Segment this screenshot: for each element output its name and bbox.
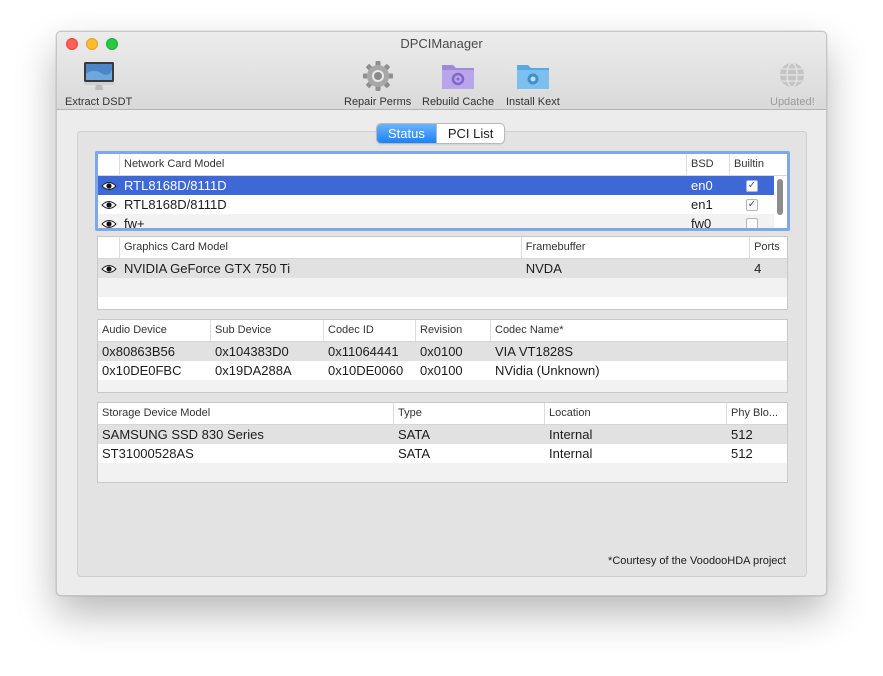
col-graphics-card-model[interactable]: Graphics Card Model bbox=[120, 237, 522, 258]
table-row[interactable]: RTL8168D/8111D en1 ✓ bbox=[98, 195, 774, 214]
builtin-checkbox[interactable]: ✓ bbox=[746, 198, 758, 211]
table-header: Graphics Card Model Framebuffer Ports bbox=[98, 237, 787, 259]
col-ports[interactable]: Ports bbox=[750, 237, 787, 258]
table-row[interactable]: SAMSUNG SSD 830 Series SATA Internal 512 bbox=[98, 425, 787, 444]
col-builtin[interactable]: Builtin bbox=[730, 154, 775, 175]
table-row[interactable]: ST31000528AS SATA Internal 512 bbox=[98, 444, 787, 463]
title-bar: DPCIManager Extract DSDT Repair Perms Re… bbox=[57, 32, 826, 110]
col-network-card-model[interactable]: Network Card Model bbox=[120, 154, 687, 175]
storage-model-cell: SAMSUNG SSD 830 Series bbox=[102, 427, 264, 442]
col-location[interactable]: Location bbox=[545, 403, 727, 424]
type-cell: SATA bbox=[398, 427, 431, 442]
bsd-cell: en0 bbox=[691, 178, 713, 193]
install-kext-label: Install Kext bbox=[506, 96, 560, 108]
col-storage-device-model[interactable]: Storage Device Model bbox=[98, 403, 394, 424]
network-model-cell: RTL8168D/8111D bbox=[124, 178, 227, 193]
eye-icon[interactable] bbox=[98, 219, 120, 229]
updated-button[interactable]: Updated! bbox=[770, 60, 815, 108]
imac-icon bbox=[83, 62, 114, 90]
network-table[interactable]: Network Card Model BSD Builtin RTL8168D/… bbox=[95, 151, 790, 231]
ports-cell: 4 bbox=[754, 261, 762, 276]
framebuffer-cell: NVDA bbox=[525, 261, 562, 276]
tab-status[interactable]: Status bbox=[377, 124, 436, 143]
revision-cell: 0x0100 bbox=[420, 344, 463, 359]
network-scrollbar[interactable] bbox=[775, 176, 785, 226]
col-framebuffer[interactable]: Framebuffer bbox=[522, 237, 751, 258]
empty-row bbox=[98, 278, 787, 297]
phy-block-cell: 512 bbox=[731, 446, 753, 461]
sub-device-cell: 0x104383D0 bbox=[215, 344, 289, 359]
col-bsd[interactable]: BSD bbox=[687, 154, 730, 175]
graphics-model-cell: NVIDIA GeForce GTX 750 Ti bbox=[123, 261, 291, 276]
globe-icon bbox=[780, 62, 805, 88]
phy-block-cell: 512 bbox=[731, 427, 753, 442]
tab-pci-list[interactable]: PCI List bbox=[435, 124, 505, 143]
scroll-thumb[interactable] bbox=[777, 179, 783, 215]
view-tabs: Status PCI List bbox=[376, 123, 506, 144]
window-title: DPCIManager bbox=[400, 36, 483, 51]
rebuild-cache-button[interactable]: Rebuild Cache bbox=[422, 60, 494, 108]
folder-gear-icon bbox=[442, 65, 475, 89]
sub-device-cell: 0x19DA288A bbox=[215, 363, 292, 378]
type-cell: SATA bbox=[398, 446, 431, 461]
table-row[interactable]: fw+ fw0 bbox=[98, 214, 774, 231]
col-codec-name[interactable]: Codec Name* bbox=[491, 320, 787, 341]
empty-row bbox=[98, 463, 787, 482]
eye-icon[interactable] bbox=[98, 181, 120, 191]
eye-icon[interactable] bbox=[98, 264, 120, 274]
table-header: Audio Device Sub Device Codec ID Revisio… bbox=[98, 320, 787, 342]
gear-icon bbox=[362, 61, 393, 91]
eye-icon[interactable] bbox=[98, 200, 120, 210]
col-type[interactable]: Type bbox=[394, 403, 545, 424]
repair-perms-label: Repair Perms bbox=[344, 96, 412, 108]
col-codec-id[interactable]: Codec ID bbox=[324, 320, 416, 341]
col-revision[interactable]: Revision bbox=[416, 320, 491, 341]
empty-row bbox=[98, 380, 787, 392]
updated-label: Updated! bbox=[770, 96, 815, 108]
table-header: Network Card Model BSD Builtin bbox=[98, 154, 787, 176]
network-model-cell: RTL8168D/8111D bbox=[124, 197, 227, 212]
bsd-cell: en1 bbox=[691, 197, 713, 212]
revision-cell: 0x0100 bbox=[420, 363, 463, 378]
repair-perms-button[interactable]: Repair Perms bbox=[344, 60, 411, 108]
storage-model-cell: ST31000528AS bbox=[102, 446, 194, 461]
footnote: *Courtesy of the VoodooHDA project bbox=[608, 555, 786, 567]
codec-name-cell: NVidia (Unknown) bbox=[495, 363, 600, 378]
storage-table[interactable]: Storage Device Model Type Location Phy B… bbox=[97, 402, 788, 483]
folder-kext-icon bbox=[516, 65, 549, 89]
table-row[interactable]: 0x80863B56 0x104383D0 0x11064441 0x0100 … bbox=[98, 342, 787, 361]
graphics-table[interactable]: Graphics Card Model Framebuffer Ports NV… bbox=[97, 236, 788, 310]
table-header: Storage Device Model Type Location Phy B… bbox=[98, 403, 787, 425]
location-cell: Internal bbox=[549, 446, 593, 461]
table-row[interactable]: 0x10DE0FBC 0x19DA288A 0x10DE0060 0x0100 … bbox=[98, 361, 787, 380]
extract-dsdt-button[interactable]: Extract DSDT bbox=[65, 60, 132, 108]
codec-id-cell: 0x10DE0060 bbox=[328, 363, 404, 378]
network-model-cell: fw+ bbox=[124, 216, 145, 231]
audio-device-cell: 0x10DE0FBC bbox=[102, 363, 182, 378]
builtin-checkbox[interactable]: ✓ bbox=[746, 179, 758, 192]
install-kext-button[interactable]: Install Kext bbox=[506, 60, 560, 108]
col-sub-device[interactable]: Sub Device bbox=[211, 320, 324, 341]
audio-device-cell: 0x80863B56 bbox=[102, 344, 176, 359]
extract-dsdt-label: Extract DSDT bbox=[65, 96, 133, 108]
app-window: DPCIManager Extract DSDT Repair Perms Re… bbox=[56, 31, 827, 596]
rebuild-cache-label: Rebuild Cache bbox=[422, 96, 495, 108]
audio-table[interactable]: Audio Device Sub Device Codec ID Revisio… bbox=[97, 319, 788, 393]
table-row[interactable]: NVIDIA GeForce GTX 750 Ti NVDA 4 bbox=[98, 259, 787, 278]
col-audio-device[interactable]: Audio Device bbox=[98, 320, 211, 341]
builtin-checkbox[interactable] bbox=[746, 217, 758, 228]
bsd-cell: fw0 bbox=[691, 216, 712, 231]
col-phy-block[interactable]: Phy Blo... bbox=[727, 403, 787, 424]
table-row[interactable]: RTL8168D/8111D en0 ✓ bbox=[98, 176, 774, 195]
location-cell: Internal bbox=[549, 427, 593, 442]
codec-name-cell: VIA VT1828S bbox=[495, 344, 574, 359]
codec-id-cell: 0x11064441 bbox=[328, 344, 399, 359]
